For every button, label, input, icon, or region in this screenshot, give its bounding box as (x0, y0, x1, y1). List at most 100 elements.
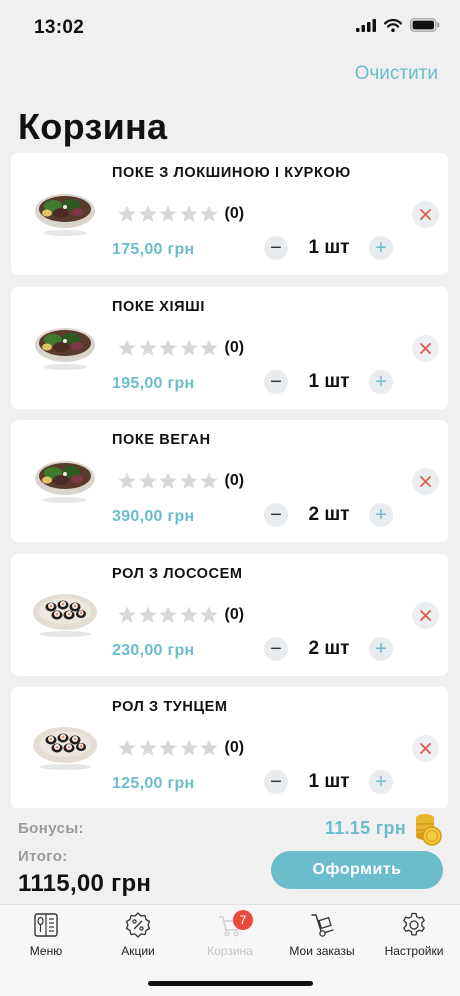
item-price: 175,00 грн (112, 241, 195, 258)
review-count: (0) (224, 338, 245, 356)
star-icon[interactable] (179, 471, 199, 491)
item-price: 230,00 грн (112, 641, 195, 659)
item-name: ПОКЕ ХІЯШІ (112, 298, 205, 315)
tab-menu-label: Меню (29, 944, 63, 958)
item-quantity: 1 шт (308, 771, 350, 792)
star-icon[interactable] (138, 471, 158, 491)
close-icon (420, 476, 431, 487)
remove-item-button[interactable] (412, 468, 439, 495)
remove-item-button[interactable] (412, 201, 439, 228)
star-icon[interactable] (199, 738, 219, 758)
close-icon (420, 743, 431, 754)
checkout-button[interactable]: Оформить (271, 851, 443, 889)
star-icon[interactable] (138, 338, 158, 358)
review-count: (0) (224, 205, 245, 222)
hand-truck-icon (311, 914, 334, 937)
item-price: 195,00 грн (112, 374, 195, 392)
close-icon (420, 209, 431, 220)
star-icon[interactable] (117, 605, 137, 625)
item-price: 125,00 грн (112, 775, 195, 792)
rating-stars: (0) (117, 204, 244, 224)
star-icon[interactable] (158, 204, 178, 224)
tab-my-orders-label: Мои заказы (289, 944, 355, 958)
increase-qty-button[interactable]: + (369, 636, 393, 661)
item-name: ПОКЕ З ЛОКШИНОЮ І КУРКОЮ (112, 165, 351, 181)
decrease-qty-button[interactable]: − (264, 770, 288, 794)
wifi-icon (384, 18, 402, 32)
star-icon[interactable] (199, 204, 219, 224)
star-icon[interactable] (117, 471, 137, 491)
order-summary: Бонусы: 11.15 грн Итого: 1115,00 грн Офо… (0, 808, 460, 904)
total-value: 1115,00 грн (18, 870, 152, 897)
cellular-signal-icon (356, 18, 376, 32)
star-icon[interactable] (138, 738, 158, 758)
cart-item-card: РОЛ З ТУНЦЕМ (0) 125,00 грн − 1 шт + (11, 687, 448, 808)
remove-item-button[interactable] (412, 334, 439, 362)
star-icon[interactable] (179, 204, 199, 224)
rating-stars: (0) (117, 738, 244, 758)
star-icon[interactable] (117, 738, 137, 758)
remove-item-button[interactable] (412, 601, 439, 629)
star-icon[interactable] (158, 471, 178, 491)
star-icon[interactable] (117, 204, 137, 224)
item-quantity: 2 шт (308, 637, 350, 659)
tab-menu[interactable]: Меню (0, 911, 92, 963)
star-icon[interactable] (158, 338, 178, 358)
item-quantity: 2 шт (308, 504, 350, 525)
star-icon[interactable] (158, 605, 178, 625)
item-quantity: 1 шт (308, 237, 350, 258)
item-name: ПОКЕ ВЕГАН (112, 432, 211, 448)
star-icon[interactable] (158, 738, 178, 758)
tab-cart-label: Корзина (207, 944, 253, 958)
cart-item-card: РОЛ З ЛОСОСЕМ (0) 230,00 грн − 2 шт + (11, 553, 448, 676)
tab-promotions[interactable]: Акции (92, 911, 184, 963)
review-count: (0) (224, 472, 245, 489)
decrease-qty-button[interactable]: − (264, 503, 288, 527)
dish-image (35, 327, 95, 370)
item-quantity: 1 шт (308, 370, 350, 392)
cart-item-card: ПОКЕ ХІЯШІ (0) 195,00 грн − 1 шт + (11, 286, 448, 409)
status-bar: 13:02 (0, 0, 460, 56)
decrease-qty-button[interactable]: − (264, 236, 288, 260)
tab-cart[interactable]: Корзина 7 (184, 910, 276, 963)
tab-promotions-label: Акции (121, 944, 155, 958)
remove-item-button[interactable] (412, 735, 439, 762)
decrease-qty-button[interactable]: − (264, 636, 288, 661)
increase-qty-button[interactable]: + (369, 369, 393, 394)
close-icon (420, 342, 431, 354)
review-count: (0) (224, 605, 245, 623)
decrease-qty-button[interactable]: − (264, 369, 288, 394)
cart-list[interactable]: ПОКЕ З ЛОКШИНОЮ І КУРКОЮ (0) 175,00 грн … (0, 152, 460, 808)
rating-stars: (0) (117, 338, 244, 358)
tab-settings[interactable]: Настройки (368, 911, 460, 963)
star-icon[interactable] (138, 605, 158, 625)
star-icon[interactable] (138, 204, 158, 224)
menu-book-icon (34, 913, 58, 937)
coins-icon (416, 814, 442, 846)
dish-image (33, 727, 97, 770)
star-icon[interactable] (199, 471, 219, 491)
discount-badge-icon (125, 912, 151, 938)
increase-qty-button[interactable]: + (369, 236, 393, 260)
dish-image (35, 194, 95, 236)
dish-image (33, 593, 97, 637)
star-icon[interactable] (179, 338, 199, 358)
item-name: РОЛ З ТУНЦЕМ (112, 699, 228, 715)
increase-qty-button[interactable]: + (369, 503, 393, 527)
clear-cart-link[interactable]: Очистити (355, 63, 438, 85)
page-title: Корзина (18, 106, 168, 147)
star-icon[interactable] (199, 605, 219, 625)
star-icon[interactable] (199, 338, 219, 358)
status-icons (356, 18, 440, 32)
rating-stars: (0) (117, 605, 244, 625)
star-icon[interactable] (179, 605, 199, 625)
star-icon[interactable] (117, 338, 137, 358)
tab-my-orders[interactable]: Мои заказы (276, 911, 368, 963)
battery-icon (410, 18, 440, 32)
rating-stars: (0) (117, 471, 244, 491)
bonus-label: Бонусы: (18, 820, 84, 837)
star-icon[interactable] (179, 738, 199, 758)
increase-qty-button[interactable]: + (369, 770, 393, 794)
close-icon (420, 609, 431, 621)
cart-item-card: ПОКЕ ВЕГАН (0) 390,00 грн − 2 шт + (11, 420, 448, 542)
